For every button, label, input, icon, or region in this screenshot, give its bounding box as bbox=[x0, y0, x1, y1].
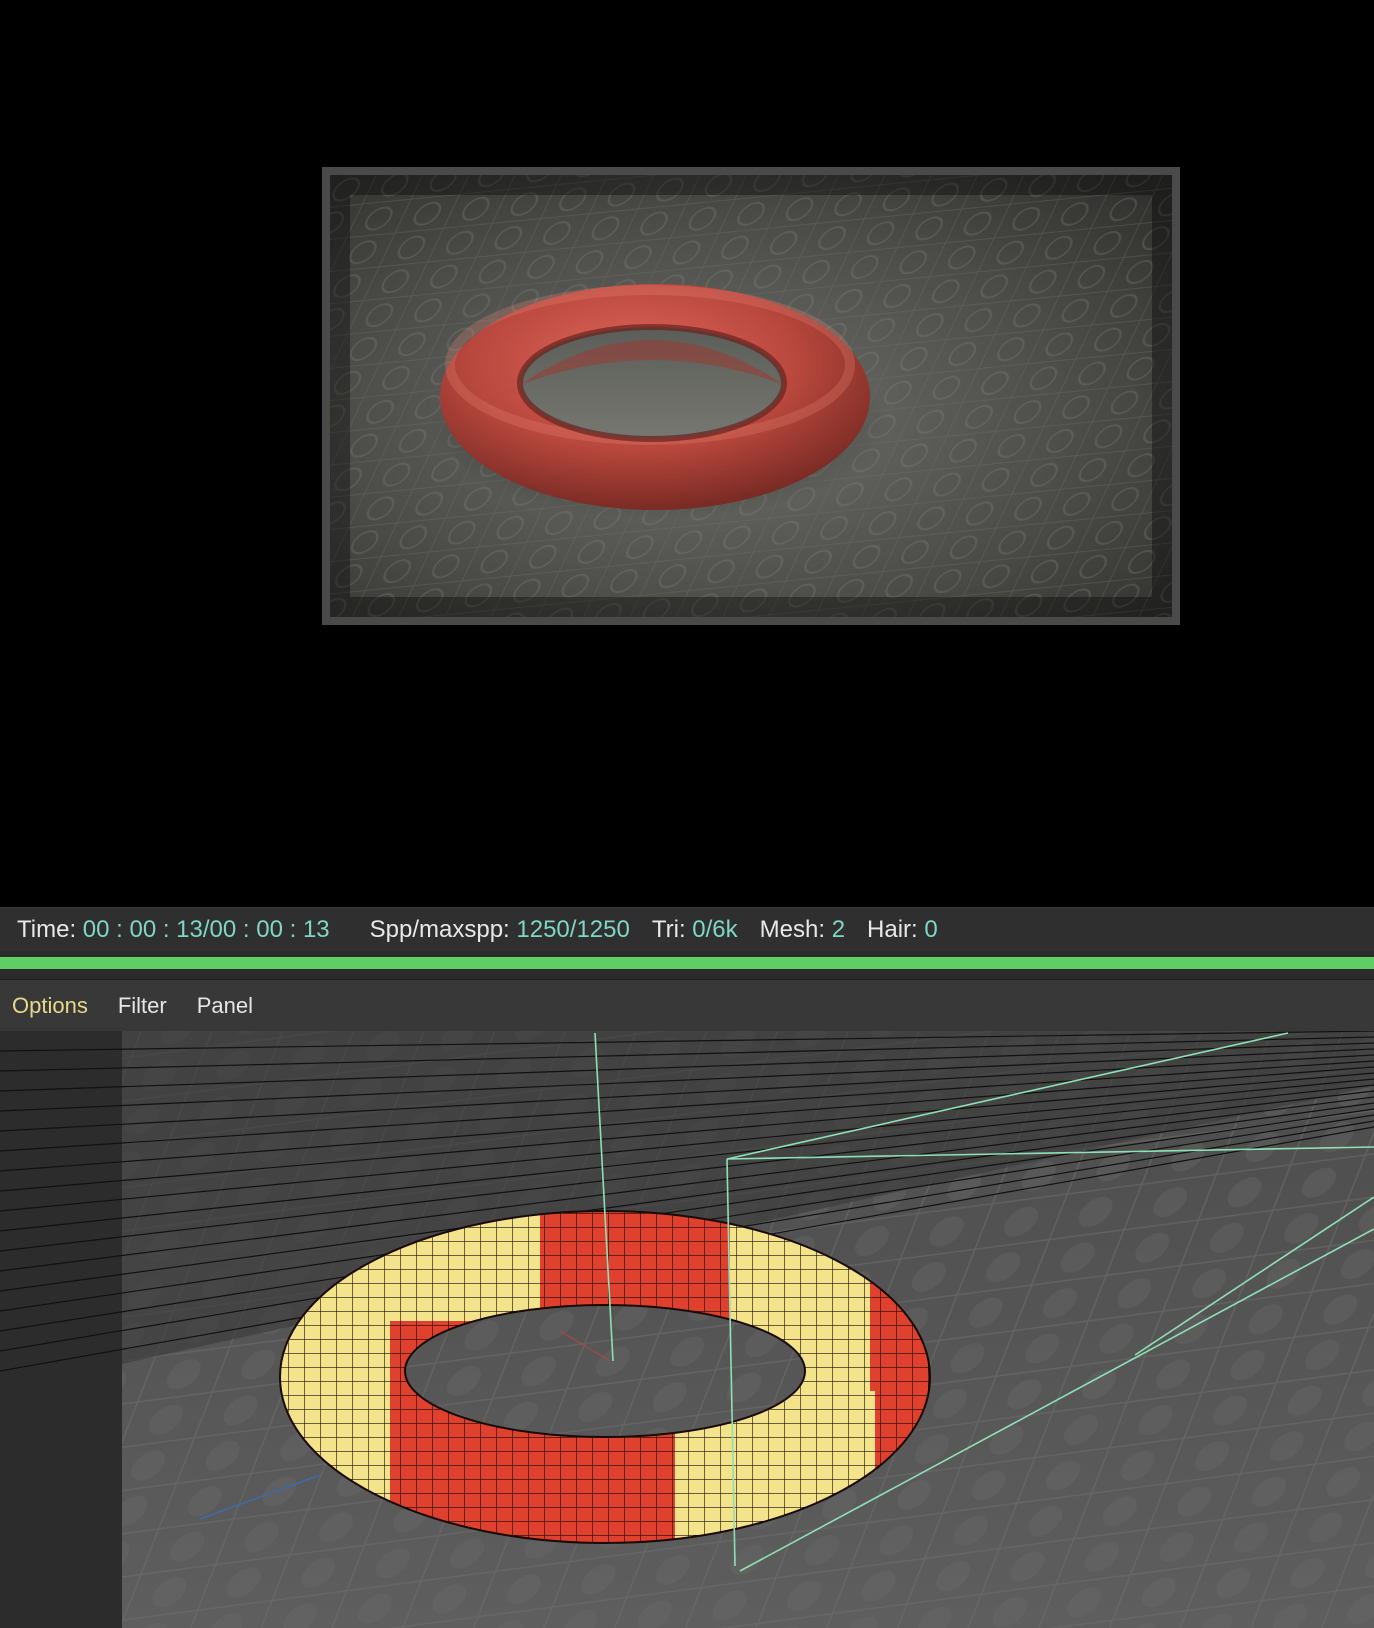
3d-viewport[interactable] bbox=[0, 1031, 1374, 1628]
spp-value: 1250/1250 bbox=[516, 915, 630, 943]
render-progress bbox=[0, 951, 1374, 979]
viewport-menu-bar: Options Filter Panel bbox=[0, 979, 1374, 1031]
menu-filter[interactable]: Filter bbox=[118, 993, 167, 1019]
hair-label: Hair: bbox=[867, 915, 918, 943]
rendered-image bbox=[330, 175, 1172, 617]
render-status-bar: Time: 00 : 00 : 13/00 : 00 : 13 Spp/maxs… bbox=[0, 907, 1374, 951]
octane-render-window: Time: 00 : 00 : 13/00 : 00 : 13 Spp/maxs… bbox=[0, 0, 1374, 1628]
viewport-scene bbox=[0, 1031, 1374, 1628]
menu-panel[interactable]: Panel bbox=[197, 993, 253, 1019]
tri-status: Tri: 0/6k bbox=[652, 916, 738, 944]
time-label: Time: bbox=[17, 915, 77, 943]
tri-value: 0/6k bbox=[692, 915, 738, 943]
mesh-label: Mesh: bbox=[759, 915, 826, 943]
time-status: Time: 00 : 00 : 13/00 : 00 : 13 bbox=[17, 916, 330, 944]
render-preview-area[interactable] bbox=[0, 0, 1374, 907]
spp-status: Spp/maxspp: 1250/1250 bbox=[370, 916, 630, 944]
mesh-status: Mesh: 2 bbox=[760, 916, 845, 944]
hair-value: 0 bbox=[924, 915, 938, 943]
spp-label: Spp/maxspp: bbox=[369, 915, 510, 943]
progress-fill bbox=[0, 957, 1374, 969]
render-image-frame bbox=[322, 167, 1180, 625]
tri-label: Tri: bbox=[651, 915, 686, 943]
time-value: 00 : 00 : 13/00 : 00 : 13 bbox=[82, 915, 330, 943]
hair-status: Hair: 0 bbox=[867, 916, 938, 944]
mesh-value: 2 bbox=[831, 915, 846, 943]
progress-track bbox=[0, 957, 1374, 969]
menu-options[interactable]: Options bbox=[12, 993, 88, 1019]
